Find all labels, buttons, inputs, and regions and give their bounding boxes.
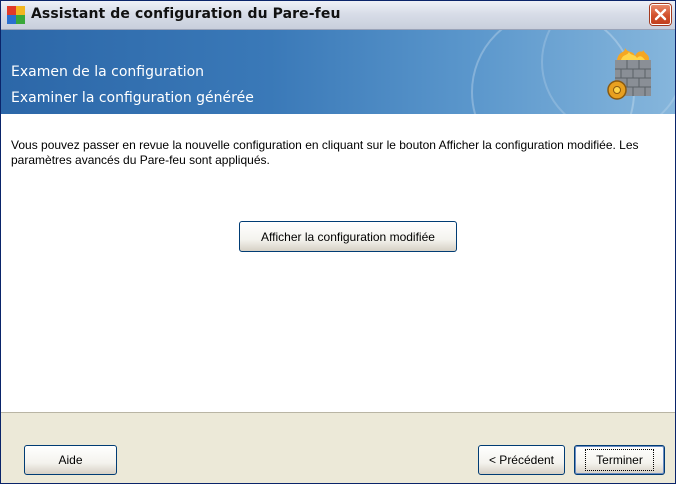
- firewall-icon: [603, 46, 659, 102]
- close-icon: [654, 8, 667, 21]
- show-modified-config-button[interactable]: Afficher la configuration modifiée: [239, 221, 457, 252]
- finish-button[interactable]: Terminer: [574, 445, 665, 475]
- previous-button[interactable]: < Précédent: [478, 445, 565, 475]
- window-title: Assistant de configuration du Pare-feu: [31, 6, 341, 22]
- title-bar[interactable]: Assistant de configuration du Pare-feu: [1, 1, 675, 30]
- header-banner: Examen de la configuration Examiner la c…: [1, 30, 675, 114]
- firewall-wizard-window: Assistant de configuration du Pare-feu E…: [0, 0, 676, 484]
- finish-button-label: Terminer: [585, 449, 654, 471]
- content-area: Vous pouvez passer en revue la nouvelle …: [1, 114, 675, 412]
- button-bar: Aide < Précédent Terminer: [1, 412, 675, 483]
- banner-subheading: Examiner la configuration générée: [11, 90, 254, 106]
- avg-app-icon: [7, 6, 25, 24]
- close-button[interactable]: [650, 4, 671, 25]
- description-text: Vous pouvez passer en revue la nouvelle …: [11, 138, 639, 167]
- help-button[interactable]: Aide: [24, 445, 117, 475]
- banner-heading: Examen de la configuration: [11, 64, 205, 80]
